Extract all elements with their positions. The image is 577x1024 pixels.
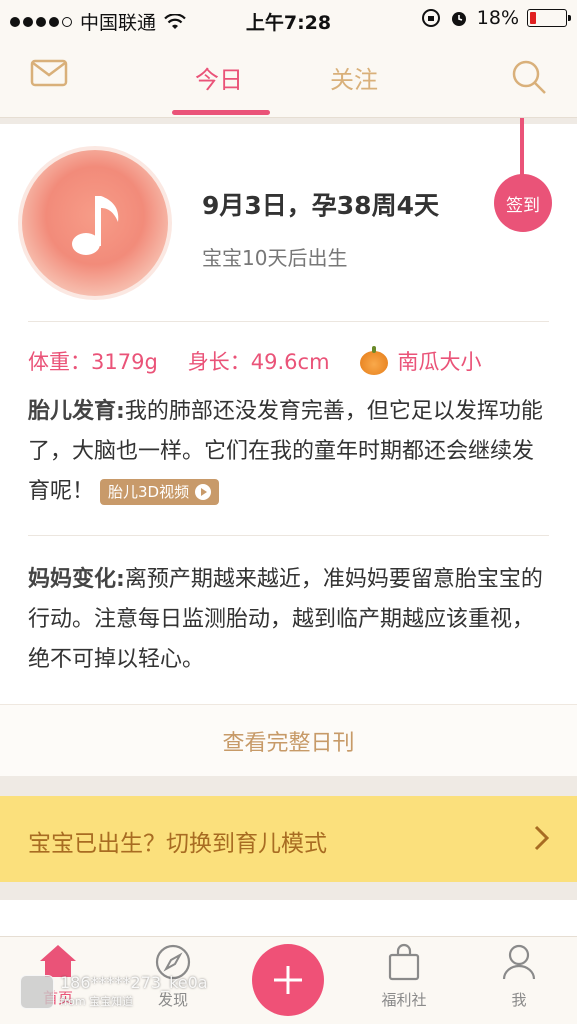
pumpkin-icon (359, 346, 388, 375)
play-icon (195, 484, 212, 500)
weight-value: 体重：3179g (28, 350, 158, 374)
size-compare: 南瓜大小 (359, 346, 482, 376)
signin-string (520, 118, 524, 178)
divider (28, 321, 549, 322)
active-tab-indicator (172, 110, 270, 115)
pregnancy-date: 9月3日，孕38周4天 (202, 191, 439, 220)
music-note-icon[interactable] (68, 190, 128, 260)
mom-heading: 妈妈变化: (28, 567, 125, 592)
signin-button[interactable]: 签到 (494, 174, 552, 232)
tab-follow[interactable]: 关注 (330, 60, 378, 95)
tab-welfare[interactable]: 福利社 (364, 943, 444, 1010)
chevron-right-icon (534, 825, 550, 851)
search-icon[interactable] (510, 58, 548, 96)
size-compare-label: 南瓜大小 (397, 350, 482, 374)
rotation-lock-icon (421, 9, 440, 27)
fetus-image[interactable] (18, 146, 172, 300)
status-right: 18% (421, 7, 571, 29)
fetal-heading: 胎儿发育: (28, 399, 125, 424)
tab-me[interactable]: 我 (479, 943, 559, 1010)
due-countdown: 宝宝10天后出生 (202, 246, 348, 270)
fetus-3d-video-button[interactable]: 胎儿3D视频 (100, 479, 220, 505)
view-full-daily-button[interactable]: 查看完整日刊 (0, 704, 577, 776)
mom-changes: 妈妈变化:离预产期越来越近，准妈妈要留意胎宝宝的行动。注意每日监测胎动，越到临产… (28, 560, 548, 680)
user-icon (502, 944, 536, 980)
tab-welfare-label: 福利社 (381, 991, 427, 1009)
add-button[interactable] (252, 944, 324, 1016)
shopping-bag-icon (388, 943, 420, 981)
watermark-source: from 宝宝知道 (60, 995, 134, 1008)
alarm-icon (451, 12, 466, 26)
tab-today[interactable]: 今日 (195, 60, 243, 95)
plus-icon (274, 966, 302, 994)
mail-icon[interactable] (30, 58, 68, 88)
today-card: 9月3日，孕38周4天 宝宝10天后出生 签到 体重：3179g 身长：49.6… (0, 118, 577, 776)
top-nav: 今日 关注 (0, 38, 577, 118)
switch-mode-banner[interactable]: 宝宝已出生？切换到育儿模式 (0, 796, 577, 882)
watermark-avatar (20, 975, 54, 1009)
tab-me-label: 我 (511, 991, 527, 1009)
watermark: 186*****273_ke0a from 宝宝知道 (20, 973, 220, 1015)
length-value: 身长：49.6cm (187, 350, 330, 374)
baby-metrics: 体重：3179g 身长：49.6cm 南瓜大小 (28, 346, 482, 376)
switch-mode-text: 宝宝已出生？切换到育儿模式 (28, 831, 327, 857)
watermark-user: 186*****273_ke0a (60, 973, 208, 992)
video-label: 胎儿3D视频 (108, 483, 190, 501)
next-card-edge (0, 900, 577, 940)
battery-percent: 18% (476, 7, 519, 29)
status-bar: 中国联通 上午7:28 18% (0, 0, 577, 38)
battery-icon (527, 9, 571, 27)
fetal-development: 胎儿发育:我的肺部还没发育完善，但它足以发挥功能了，大脑也一样。它们在我的童年时… (28, 392, 548, 512)
divider (28, 535, 549, 536)
